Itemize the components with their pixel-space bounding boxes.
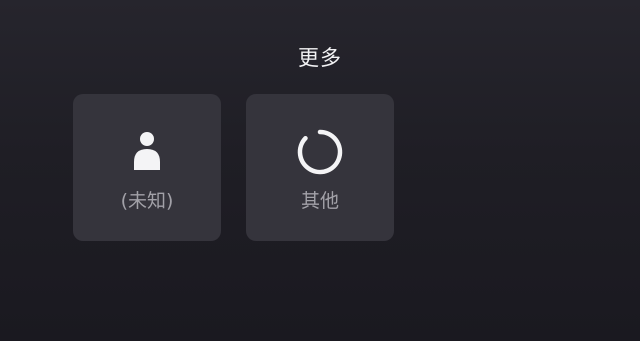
person-icon [134, 132, 160, 170]
loading-ring-icon [297, 129, 343, 175]
option-label: (未知) [120, 190, 174, 212]
option-unknown-tile[interactable]: (未知) [73, 94, 221, 241]
page-title: 更多 [298, 46, 342, 70]
option-label: 其他 [300, 190, 339, 212]
option-other-tile[interactable]: 其他 [246, 94, 394, 241]
